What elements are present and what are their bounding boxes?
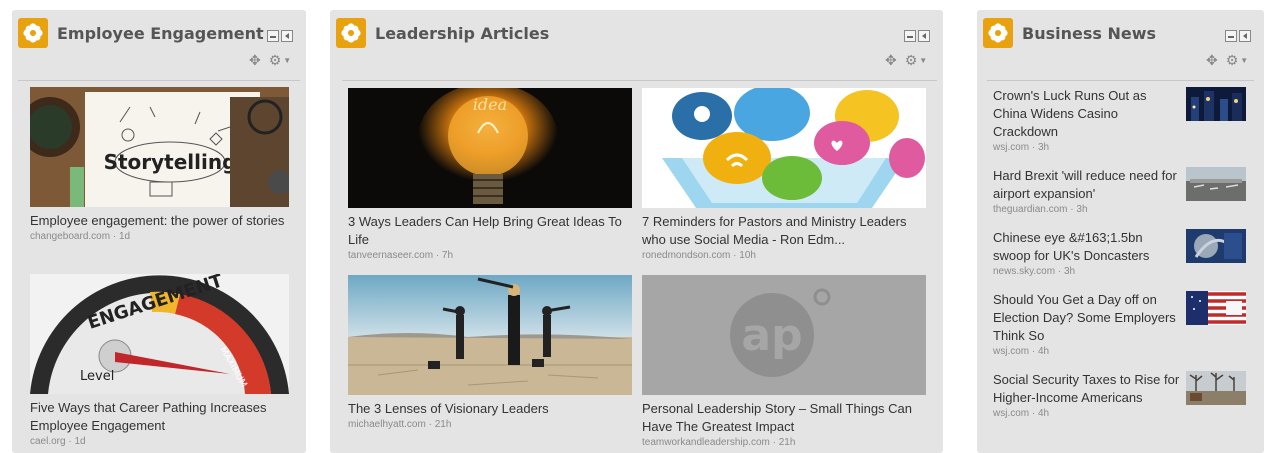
article-card[interactable]: ENGAGEMENT Level MAXIMUM Five Ways that … [30,274,289,449]
flower-logo-icon [336,18,366,48]
move-icon[interactable]: ✥ [885,52,897,69]
news-title[interactable]: Social Security Taxes to Rise for Higher… [993,371,1181,407]
news-item[interactable]: Hard Brexit 'will reduce need for airpor… [993,167,1249,216]
news-source: wsj.com · 3h [993,142,1050,153]
factory-blue-thumbnail[interactable] [1186,229,1246,263]
article-card[interactable]: ap Personal Leadership Story – Small Thi… [642,275,926,450]
winter-park-thumbnail[interactable] [1186,371,1246,405]
gear-icon[interactable]: ⚙ [905,52,918,69]
news-source: wsj.com · 4h [993,346,1050,357]
news-source: wsj.com · 4h [993,408,1050,419]
news-title[interactable]: Chinese eye &#163;1.5bn swoop for UK's D… [993,229,1181,265]
ap-placeholder-label: ap [741,310,802,361]
minimize-icon[interactable] [1225,30,1237,42]
divider [987,80,1254,81]
storytelling-thumbnail[interactable]: Storytelling [30,87,289,207]
collapse-icon[interactable] [1239,30,1251,42]
minimize-icon[interactable] [267,30,279,42]
panel-header: Leadership Articles ✥ ⚙ ▼ [330,10,943,80]
panel-header: Employee Engagement ✥ ⚙ ▼ [12,10,306,80]
article-source: teamworkandleadership.com · 21h [642,437,796,448]
panel-title: Leadership Articles [375,24,550,43]
svg-text:idea: idea [473,95,507,114]
article-title[interactable]: Employee engagement: the power of storie… [30,212,289,230]
panel-business-news: Business News ✥ ⚙ ▼ Crown's Luck Runs Ou… [977,10,1264,453]
airport-thumbnail[interactable] [1186,167,1246,201]
divider [342,80,937,81]
flower-logo-icon [18,18,48,48]
move-icon[interactable]: ✥ [1206,52,1218,69]
article-card[interactable]: The 3 Lenses of Visionary Leaders michae… [348,275,632,432]
lightbulb-idea-thumbnail[interactable]: idea [348,88,632,208]
article-title[interactable]: Five Ways that Career Pathing Increases … [30,399,289,435]
svg-text:Level: Level [80,369,114,384]
divider [18,80,300,81]
article-source: ronedmondson.com · 10h [642,250,756,261]
svg-text:Storytelling: Storytelling [104,150,237,174]
article-card[interactable]: Storytelling Employee engagement: the po… [30,87,289,244]
article-card[interactable]: 7 Reminders for Pastors and Ministry Lea… [642,88,926,263]
panel-header: Business News ✥ ⚙ ▼ [977,10,1264,80]
collapse-icon[interactable] [281,30,293,42]
caret-down-icon[interactable]: ▼ [919,56,927,65]
caret-down-icon[interactable]: ▼ [283,56,291,65]
flower-logo-icon [983,18,1013,48]
news-item[interactable]: Crown's Luck Runs Out as China Widens Ca… [993,87,1249,154]
panel-title: Business News [1022,24,1156,43]
article-title[interactable]: 7 Reminders for Pastors and Ministry Lea… [642,213,926,249]
caret-down-icon[interactable]: ▼ [1240,56,1248,65]
engagement-gauge-thumbnail[interactable]: ENGAGEMENT Level MAXIMUM [30,274,289,394]
night-city-thumbnail[interactable] [1186,87,1246,121]
news-title[interactable]: Should You Get a Day off on Election Day… [993,291,1181,345]
news-source: theguardian.com · 3h [993,204,1088,215]
panel-title: Employee Engagement [57,24,264,43]
article-source: tanveernaseer.com · 7h [348,250,454,261]
panel-leadership-articles: Leadership Articles ✥ ⚙ ▼ idea 3 Ways Le… [330,10,943,453]
panel-employee-engagement: Employee Engagement ✥ ⚙ ▼ Storytelling E… [12,10,306,453]
news-title[interactable]: Hard Brexit 'will reduce need for airpor… [993,167,1181,203]
article-title[interactable]: 3 Ways Leaders Can Help Bring Great Idea… [348,213,632,249]
gear-icon[interactable]: ⚙ [1226,52,1239,69]
minimize-icon[interactable] [904,30,916,42]
article-source: michaelhyatt.com · 21h [348,419,452,430]
collapse-icon[interactable] [918,30,930,42]
news-item[interactable]: Chinese eye &#163;1.5bn swoop for UK's D… [993,229,1249,278]
article-title[interactable]: Personal Leadership Story – Small Things… [642,400,926,436]
social-bubbles-thumbnail[interactable] [642,88,926,208]
article-card[interactable]: idea 3 Ways Leaders Can Help Bring Great… [348,88,632,263]
article-title[interactable]: The 3 Lenses of Visionary Leaders [348,400,632,418]
news-source: news.sky.com · 3h [993,266,1076,277]
move-icon[interactable]: ✥ [249,52,261,69]
flag-vote-thumbnail[interactable] [1186,291,1246,325]
telescopes-desert-thumbnail[interactable] [348,275,632,395]
news-item[interactable]: Should You Get a Day off on Election Day… [993,291,1249,358]
news-item[interactable]: Social Security Taxes to Rise for Higher… [993,371,1249,420]
article-source: changeboard.com · 1d [30,231,131,242]
gear-icon[interactable]: ⚙ [269,52,282,69]
article-source: cael.org · 1d [30,436,86,447]
ap-placeholder-thumbnail[interactable]: ap [642,275,926,395]
news-title[interactable]: Crown's Luck Runs Out as China Widens Ca… [993,87,1181,141]
